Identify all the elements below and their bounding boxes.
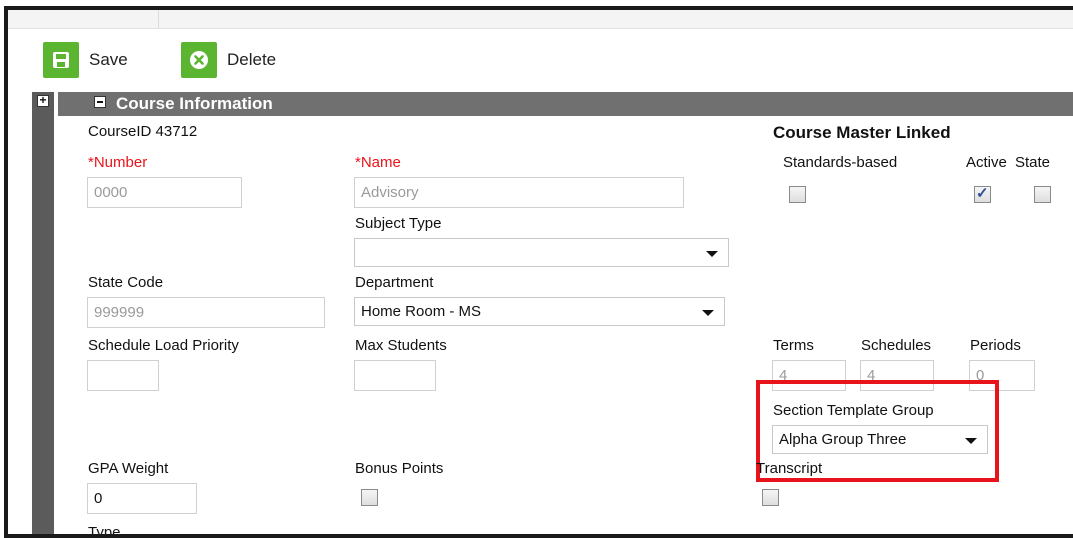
top-strip-divider (158, 10, 159, 28)
number-label: *Number (88, 154, 148, 171)
save-icon (43, 42, 79, 78)
active-label: Active (966, 154, 1007, 171)
state-label: State (1015, 154, 1051, 171)
gpa-weight-label: GPA Weight (88, 460, 169, 477)
state-code-label: State Code (88, 274, 164, 291)
transcript-label: Transcript (756, 460, 823, 477)
max-students-input[interactable] (354, 360, 436, 391)
left-sidebar-bar (32, 92, 54, 534)
terms-label: Terms (773, 337, 814, 354)
number-input[interactable]: 0000 (87, 177, 242, 208)
top-strip (8, 10, 1073, 29)
schedule-load-priority-input[interactable] (87, 360, 159, 391)
type-label: Type (88, 524, 121, 534)
gpa-weight-input[interactable]: 0 (87, 483, 197, 514)
department-select[interactable]: Home Room - MS (354, 297, 725, 326)
state-checkbox[interactable] (1034, 186, 1051, 203)
department-label: Department (355, 274, 434, 291)
save-label: Save (89, 50, 128, 69)
max-students-label: Max Students (355, 337, 447, 354)
periods-label: Periods (970, 337, 1021, 354)
chevron-down-icon (702, 310, 714, 316)
collapse-icon[interactable] (94, 96, 106, 108)
bonus-points-label: Bonus Points (355, 460, 444, 477)
delete-icon (181, 42, 217, 78)
department-value: Home Room - MS (361, 303, 482, 320)
standards-based-label: Standards-based (783, 154, 898, 171)
chevron-down-icon (706, 251, 718, 257)
name-label: *Name (355, 154, 401, 171)
save-button[interactable]: Save (43, 40, 128, 80)
subject-type-label: Subject Type (355, 215, 442, 232)
schedules-label: Schedules (861, 337, 932, 354)
schedule-load-priority-label: Schedule Load Priority (88, 337, 239, 354)
active-checkbox[interactable] (974, 184, 991, 203)
delete-button[interactable]: Delete (181, 40, 276, 80)
section-title: Course Information (116, 94, 273, 113)
subject-type-select[interactable] (354, 238, 729, 267)
expand-icon[interactable]: + (37, 94, 49, 107)
state-code-input[interactable]: 999999 (87, 297, 325, 328)
delete-label: Delete (227, 50, 277, 69)
bonus-points-checkbox[interactable] (361, 489, 378, 506)
course-id-label: CourseID 43712 (88, 123, 198, 140)
standards-based-checkbox[interactable] (789, 186, 806, 203)
name-input[interactable]: Advisory (354, 177, 684, 208)
course-master-linked-heading: Course Master Linked (773, 123, 951, 142)
transcript-checkbox[interactable] (762, 489, 779, 506)
